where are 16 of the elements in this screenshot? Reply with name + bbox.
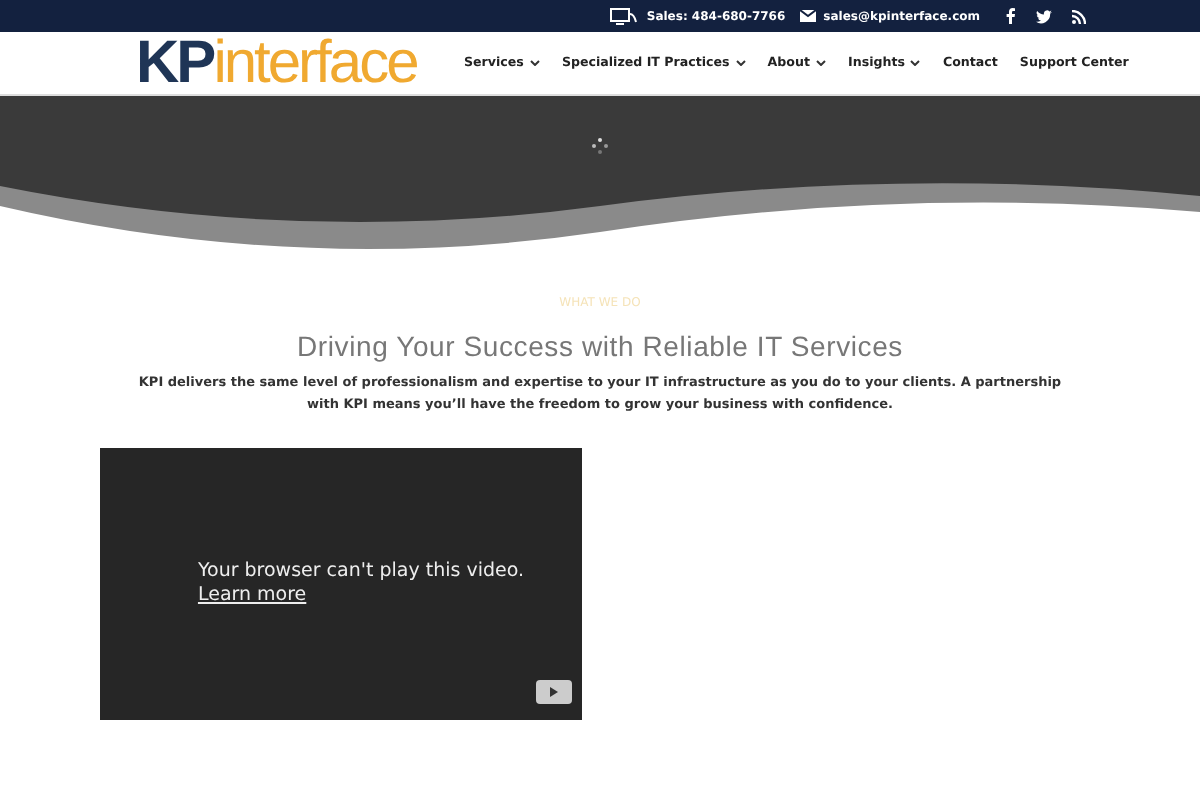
phone-icon (610, 7, 639, 25)
video-player[interactable]: Your browser can't play this video. Learn more (100, 448, 582, 720)
caret-icon (735, 60, 746, 66)
logo[interactable]: KPinterface (136, 35, 464, 91)
facebook-icon[interactable] (1006, 8, 1016, 24)
learn-more-link[interactable]: Learn more (197, 584, 307, 608)
email-icon (799, 10, 816, 22)
loading-icon (592, 138, 608, 154)
section-heading: Driving Your Success with Reliable IT Services (296, 330, 903, 362)
caret-icon (816, 60, 826, 66)
video-error-message: Your browser can't play this video. (197, 560, 525, 584)
twitter-icon[interactable] (1036, 9, 1052, 23)
caret-icon (529, 60, 540, 66)
caret-icon (910, 60, 921, 66)
play-icon[interactable] (536, 680, 572, 704)
rss-icon[interactable] (1072, 9, 1086, 23)
